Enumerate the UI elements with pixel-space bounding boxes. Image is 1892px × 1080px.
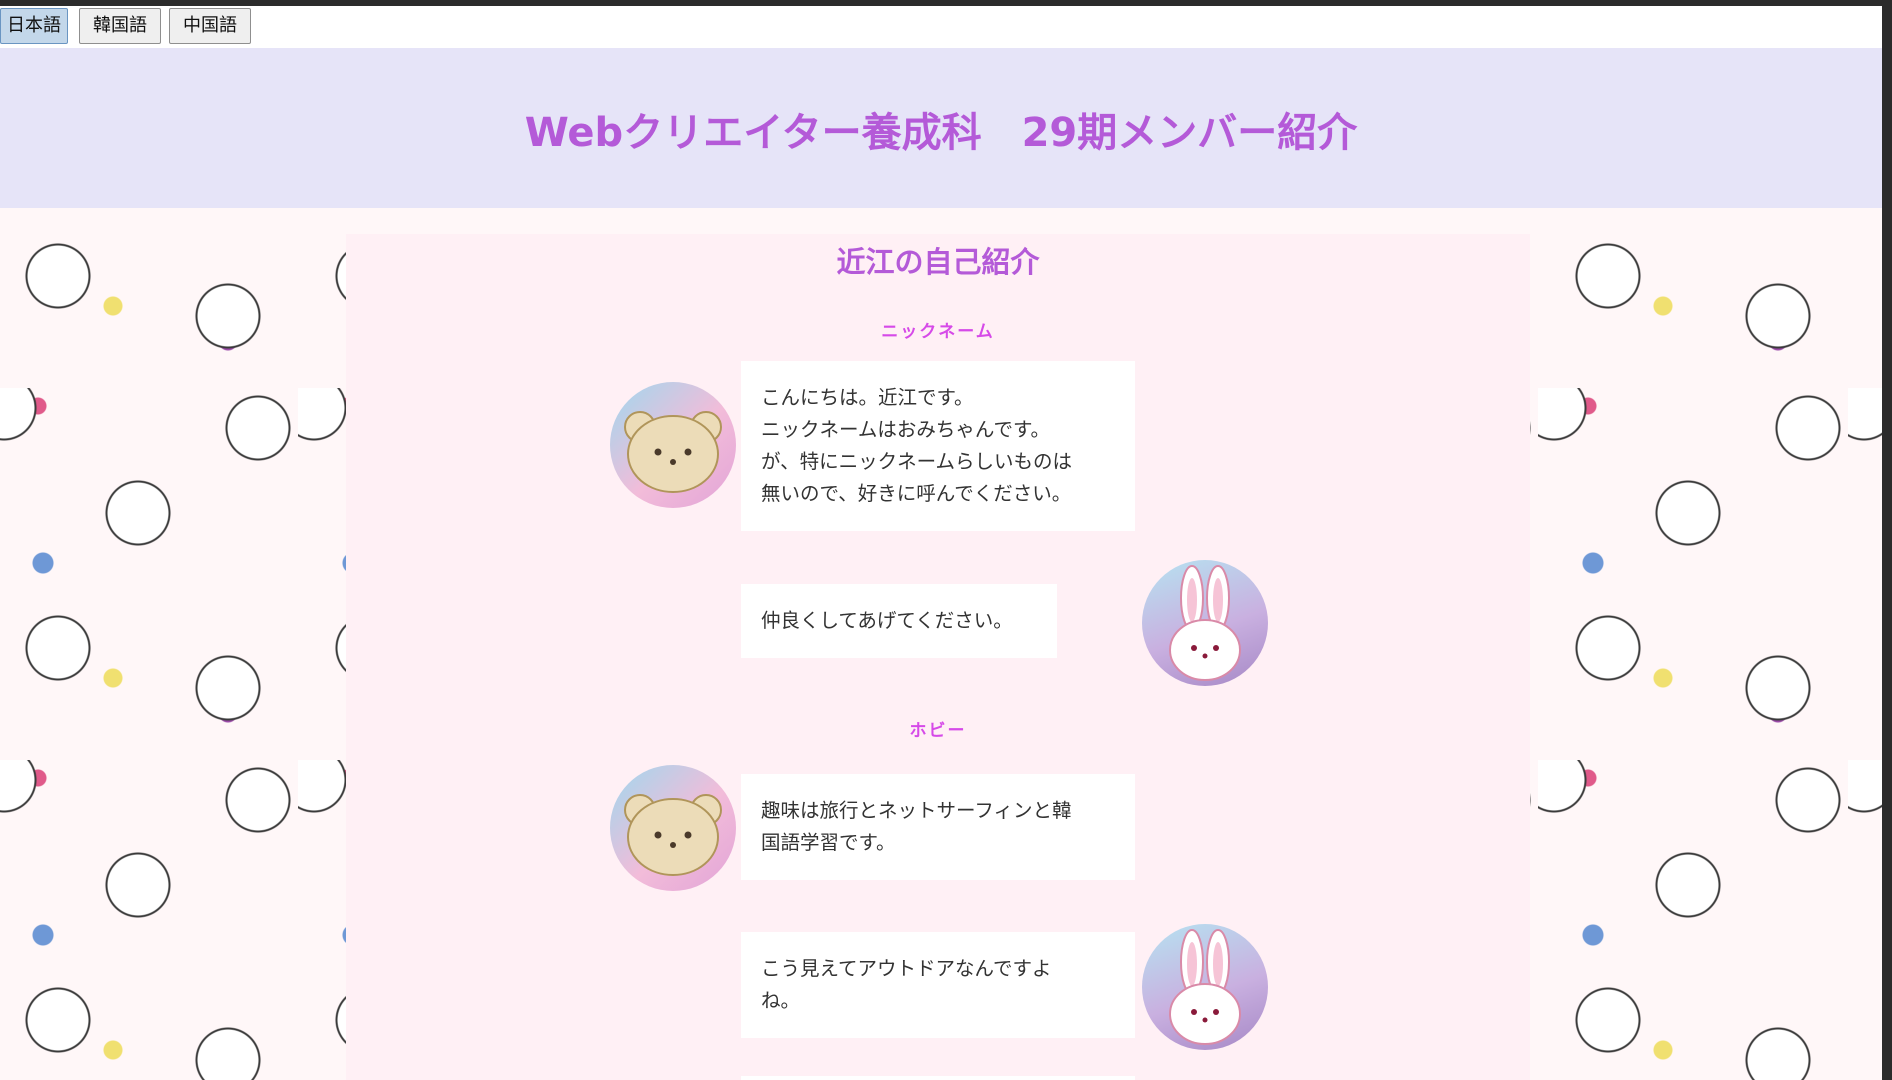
chat-bubble <box>741 1076 1135 1080</box>
lang-button-korean[interactable]: 韓国語 <box>79 8 161 44</box>
lang-button-chinese[interactable]: 中国語 <box>169 8 251 44</box>
bear-avatar-icon <box>610 382 736 508</box>
chat-bubble: 趣味は旅行とネットサーフィンと韓 国語学習です。 <box>741 774 1135 880</box>
message-line: こんにちは。近江です。 <box>761 386 974 409</box>
message-line: ね。 <box>761 989 801 1012</box>
message-line: 仲良くしてあげてください。 <box>761 609 1013 632</box>
section-heading-hobby: ホビー <box>909 721 967 741</box>
bunny-avatar-icon <box>1142 924 1268 1050</box>
chat-bubble: 仲良くしてあげてください。 <box>741 584 1057 658</box>
page-background: 日本語 韓国語 中国語 Webクリエイター養成科 29期メンバー紹介 近江の自己… <box>0 6 1882 1080</box>
intro-title: 近江の自己紹介 <box>836 245 1040 279</box>
chat-bubble: こんにちは。近江です。 ニックネームはおみちゃんです。 が、特にニックネームらし… <box>741 361 1135 531</box>
chat-bubble: こう見えてアウトドアなんですよ ね。 <box>741 932 1135 1038</box>
intro-panel: 近江の自己紹介 ニックネーム こんにちは。近江です。 ニックネームはおみちゃんで… <box>346 234 1530 1080</box>
header-banner: Webクリエイター養成科 29期メンバー紹介 <box>0 48 1882 208</box>
site-title: Webクリエイター養成科 29期メンバー紹介 <box>524 110 1358 156</box>
lang-button-japanese[interactable]: 日本語 <box>0 8 68 44</box>
bear-avatar-icon <box>610 765 736 891</box>
bunny-avatar-icon <box>1142 560 1268 686</box>
section-heading-nickname: ニックネーム <box>881 322 995 342</box>
message-line: 無いので、好きに呼んでください。 <box>761 482 1072 505</box>
message-line: 趣味は旅行とネットサーフィンと韓 <box>761 799 1072 822</box>
message-line: が、特にニックネームらしいものは <box>761 450 1073 473</box>
language-selector: 日本語 韓国語 中国語 <box>0 6 1882 48</box>
message-line: こう見えてアウトドアなんですよ <box>761 957 1052 980</box>
message-line: 国語学習です。 <box>761 831 896 854</box>
message-line: ニックネームはおみちゃんです。 <box>761 418 1050 441</box>
